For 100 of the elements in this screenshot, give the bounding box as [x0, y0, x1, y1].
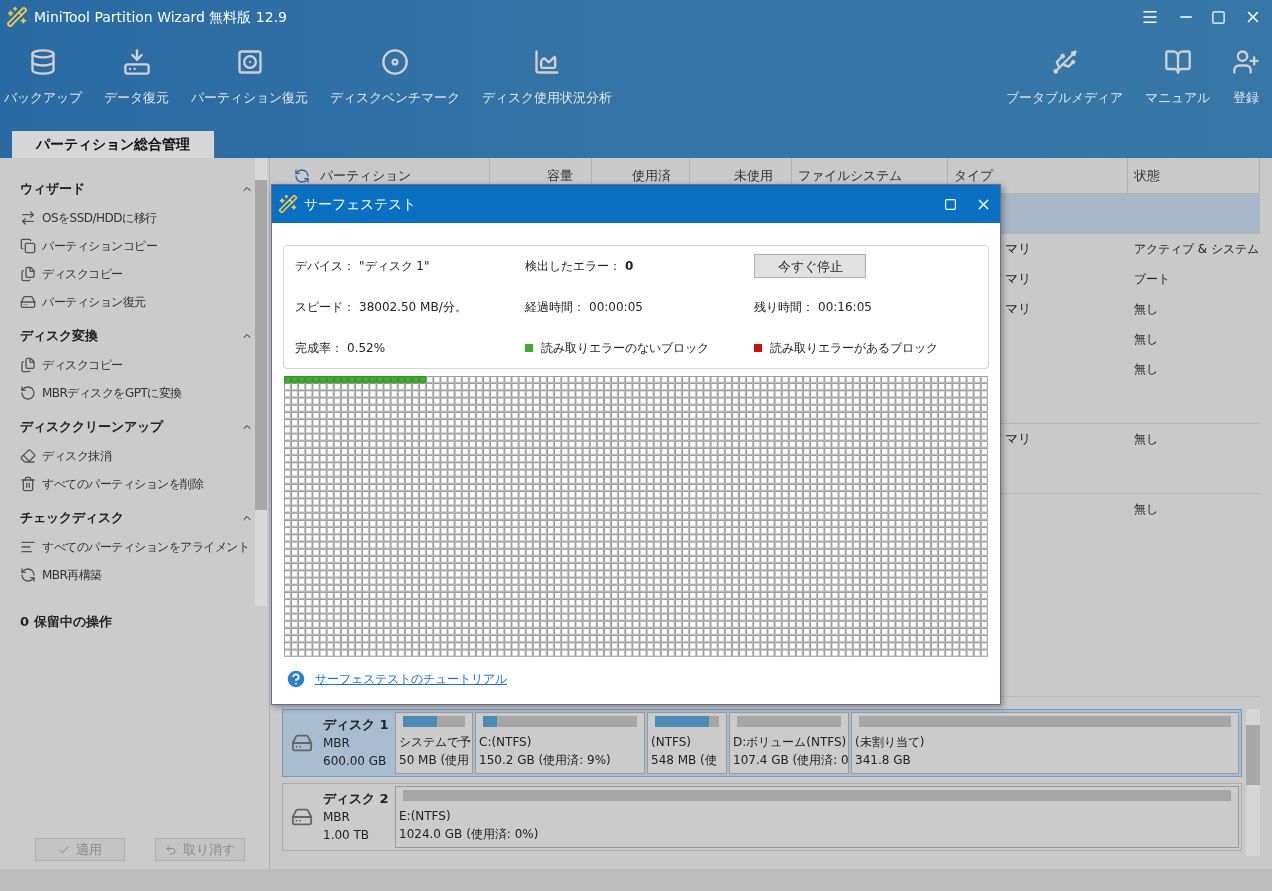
- sidebar-item[interactable]: MBRディスクをGPTに変換: [20, 379, 182, 407]
- column-header: 容量: [547, 166, 573, 185]
- sidebar-item[interactable]: パーティションコピー: [20, 232, 157, 260]
- table-cell: アクティブ & システム: [1134, 242, 1259, 257]
- convert-icon: [20, 385, 36, 401]
- section-header[interactable]: ディスククリーンアップ: [20, 416, 253, 438]
- partition-block[interactable]: E:(NTFS) 1024.0 GB (使用済: 0%): [395, 786, 1239, 848]
- partition-label: システムで予: [399, 734, 469, 751]
- usage-bar: [655, 716, 719, 727]
- sidebar-item[interactable]: ディスクコピー: [20, 351, 123, 379]
- drive-restore-icon: [122, 48, 151, 76]
- disk-name: ディスク 2: [323, 790, 389, 808]
- column-header: 状態: [1134, 166, 1160, 185]
- table-cell: マリ: [1005, 431, 1031, 447]
- eraser-icon: [20, 448, 36, 464]
- section-header[interactable]: ディスク変換: [20, 325, 253, 347]
- maximize-icon[interactable]: [1211, 9, 1226, 25]
- toolbar-button[interactable]: ディスクベンチマーク: [330, 48, 460, 108]
- column-header: 未使用: [734, 166, 773, 185]
- toolbar-button[interactable]: ブータブルメディア: [1006, 48, 1123, 108]
- pending-operations: 0 保留中の操作: [19, 613, 113, 631]
- section-header[interactable]: ウィザード: [20, 178, 253, 200]
- align-icon: [20, 539, 36, 555]
- app-logo-icon: [278, 194, 298, 214]
- chart-icon: [533, 48, 561, 76]
- stop-button[interactable]: 今すぐ停止: [754, 254, 866, 279]
- disk-name: ディスク 1: [323, 716, 389, 734]
- disk-row[interactable]: ディスク 2 MBR 1.00 TB E:(NTFS) 1024.0 GB (使用済: 0%): [282, 783, 1242, 851]
- toolbar-button[interactable]: マニュアル: [1145, 48, 1210, 108]
- usb-drive-icon: [1050, 48, 1079, 76]
- partition-label: C:(NTFS): [479, 734, 533, 751]
- toolbar-button[interactable]: データ復元: [104, 48, 169, 108]
- partition-detail: 50 MB (使用: [399, 752, 469, 769]
- sidebar-item[interactable]: OSをSSD/HDDに移行: [20, 204, 157, 232]
- sidebar-item[interactable]: すべてのパーティションをアライメント: [20, 533, 249, 561]
- disk-row[interactable]: ディスク 1 MBR 600.00 GB システムで予 50 MB (使用 C:(NTFS) 150.2 GB (使用済: 9%) (NTFS) 548 MB (使 D:ボリューム(NTFS) 107.4 GB (使用済: 0 (未割り当て) 341.8 GB: [282, 709, 1242, 777]
- book-icon: [1163, 48, 1192, 76]
- field-label: 完成率：: [295, 339, 343, 357]
- table-cell: 無し: [1134, 302, 1158, 317]
- rebuild-icon: [20, 567, 36, 583]
- partition-block[interactable]: C:(NTFS) 150.2 GB (使用済: 9%): [475, 712, 645, 774]
- field-value: 00:16:05: [818, 299, 872, 316]
- sidebar-item[interactable]: パーティション復元: [20, 288, 146, 316]
- disk-size: 1.00 TB: [323, 827, 371, 844]
- disk-scheme: MBR: [323, 735, 351, 752]
- legend-label: 読み取りエラーがあるブロック: [770, 339, 938, 357]
- partition-block[interactable]: システムで予 50 MB (使用: [395, 712, 473, 774]
- tutorial-link[interactable]: サーフェステストのチュートリアル: [315, 670, 507, 688]
- disc-restore-icon: [235, 48, 264, 76]
- table-cell: 無し: [1134, 362, 1158, 377]
- field-value: 00:00:05: [589, 299, 643, 316]
- sidebar-item[interactable]: MBR再構築: [20, 561, 102, 589]
- partition-block[interactable]: D:ボリューム(NTFS) 107.4 GB (使用済: 0: [729, 712, 849, 774]
- partition-block[interactable]: (NTFS) 548 MB (使: [647, 712, 727, 774]
- menu-icon[interactable]: [1141, 8, 1159, 26]
- partition-block[interactable]: (未割り当て) 341.8 GB: [851, 712, 1239, 774]
- partition-detail: 341.8 GB: [855, 752, 912, 769]
- partition-label: (NTFS): [651, 734, 692, 751]
- refresh-icon[interactable]: [294, 167, 310, 184]
- table-cell: マリ: [1005, 241, 1031, 257]
- sidebar-item[interactable]: ディスクコピー: [20, 260, 123, 288]
- section-header[interactable]: チェックディスク: [20, 507, 253, 529]
- disk-scheme: MBR: [323, 809, 351, 826]
- table-cell: マリ: [1005, 301, 1031, 317]
- toolbar-button[interactable]: パーティション復元: [191, 48, 308, 108]
- field-label: デバイス：: [295, 258, 355, 276]
- trash-icon: [20, 476, 36, 492]
- disc-icon: [381, 48, 409, 76]
- maximize-icon[interactable]: [944, 197, 957, 211]
- migrate-icon: [20, 210, 36, 226]
- column-header: タイプ: [954, 166, 993, 185]
- table-cell: 無し: [1134, 502, 1158, 517]
- field-label: スピード：: [295, 299, 355, 316]
- database-icon: [29, 48, 57, 76]
- field-label: 検出したエラー：: [525, 258, 621, 276]
- table-cell: 無し: [1134, 432, 1158, 447]
- user-add-icon: [1232, 48, 1260, 76]
- toolbar-button[interactable]: ディスク使用状況分析: [482, 48, 612, 108]
- drive-icon: [20, 294, 36, 310]
- disk-size: 600.00 GB: [323, 753, 388, 770]
- table-cell: マリ: [1005, 271, 1031, 287]
- sidebar-item[interactable]: すべてのパーティションを削除: [20, 470, 203, 498]
- legend-label: 読み取りエラーのないブロック: [541, 339, 709, 357]
- field-value: "ディスク 1": [359, 258, 430, 276]
- partition-label: D:ボリューム(NTFS): [733, 734, 845, 751]
- disk-copy-icon: [20, 266, 36, 282]
- window-title: MiniTool Partition Wizard 無料版 12.9: [34, 7, 287, 27]
- field-value: 0.52%: [347, 339, 386, 357]
- field-label: 経過時間：: [525, 299, 585, 316]
- sidebar-item[interactable]: ディスク抹消: [20, 442, 111, 470]
- column-header: 使用済: [632, 166, 671, 185]
- field-value: 0: [625, 258, 634, 276]
- usage-bar: [403, 716, 465, 727]
- toolbar-button[interactable]: バックアップ: [4, 48, 82, 108]
- help-icon[interactable]: [285, 668, 307, 690]
- partition-detail: 548 MB (使: [651, 752, 718, 769]
- partition-detail: 1024.0 GB (使用済: 0%): [399, 826, 540, 843]
- toolbar-button[interactable]: 登録: [1232, 48, 1260, 108]
- tab[interactable]: パーティション総合管理: [12, 131, 214, 158]
- disk-copy-icon: [20, 357, 36, 373]
